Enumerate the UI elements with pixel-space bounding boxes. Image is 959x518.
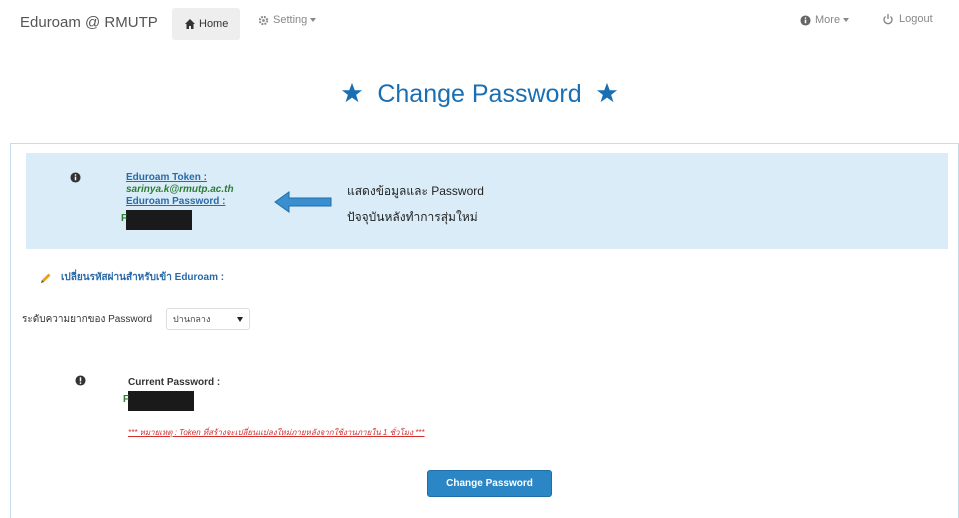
- token-label: Eduroam Token :: [126, 172, 207, 183]
- password-level-select[interactable]: ปานกลาง: [166, 308, 251, 330]
- annotation-line-2: ปัจจุบันหลังทำการสุ่มใหม่: [347, 210, 478, 224]
- token-note: *** หมายเหตุ : Token ที่สร้างจะเปลี่ยนแป…: [128, 428, 425, 437]
- caret-down-icon: [310, 18, 317, 22]
- gear-icon: [258, 15, 269, 25]
- nav-setting[interactable]: Setting: [258, 14, 317, 26]
- arrow-left-icon: [274, 191, 332, 213]
- star-icon: [596, 82, 617, 103]
- current-password-info: Current Password : F: [123, 377, 221, 411]
- nav-more[interactable]: More: [800, 14, 850, 26]
- exclamation-circle-icon: [75, 375, 86, 386]
- change-password-button[interactable]: Change Password: [427, 470, 552, 497]
- redacted-password: F: [121, 210, 192, 230]
- info-circle-icon: [800, 14, 811, 26]
- page-title: Change Password: [0, 80, 959, 109]
- star-icon: [342, 82, 363, 103]
- nav-setting-label: Setting: [273, 14, 308, 26]
- brand-title[interactable]: Eduroam @ RMUTP: [20, 14, 158, 31]
- edit-heading-text: เปลี่ยนรหัสผ่านสำหรับเข้า Eduroam :: [61, 272, 225, 283]
- current-password-label: Current Password :: [128, 377, 221, 388]
- power-icon: [883, 14, 893, 25]
- annotation-line-1: แสดงข้อมูลและ Password: [347, 184, 484, 198]
- caret-down-icon: [843, 18, 850, 22]
- caret-down-icon: [237, 316, 244, 322]
- password-label: Eduroam Password :: [126, 196, 226, 207]
- annotation-text: แสดงข้อมูลและ Password ปัจจุบันหลังทำการ…: [347, 178, 484, 230]
- nav-logout-label: Logout: [899, 13, 933, 25]
- password-level-value: ปานกลาง: [173, 314, 211, 324]
- password-first-char: F: [121, 213, 128, 224]
- password-level-label: ระดับความยากของ Password: [22, 313, 153, 325]
- nav-home-label: Home: [199, 18, 229, 30]
- token-info: Eduroam Token : sarinya.k@rmutp.ac.th Ed…: [121, 172, 234, 230]
- nav-home[interactable]: Home: [172, 8, 241, 40]
- redacted-current-password: F: [123, 391, 194, 411]
- home-icon: [185, 19, 195, 29]
- nav-more-label: More: [815, 14, 841, 26]
- password-level-row: ระดับความยากของ Password ปานกลาง: [22, 308, 251, 330]
- pencil-icon: [41, 273, 51, 283]
- edit-heading: เปลี่ยนรหัสผ่านสำหรับเข้า Eduroam :: [40, 270, 224, 285]
- token-value: sarinya.k@rmutp.ac.th: [126, 184, 234, 195]
- navbar: Eduroam @ RMUTP Home Setting More Logout: [0, 0, 959, 46]
- nav-logout[interactable]: Logout: [882, 13, 933, 25]
- info-circle-icon: [70, 172, 81, 183]
- current-password-first-char: F: [123, 394, 130, 405]
- page-title-text: Change Password: [377, 80, 582, 108]
